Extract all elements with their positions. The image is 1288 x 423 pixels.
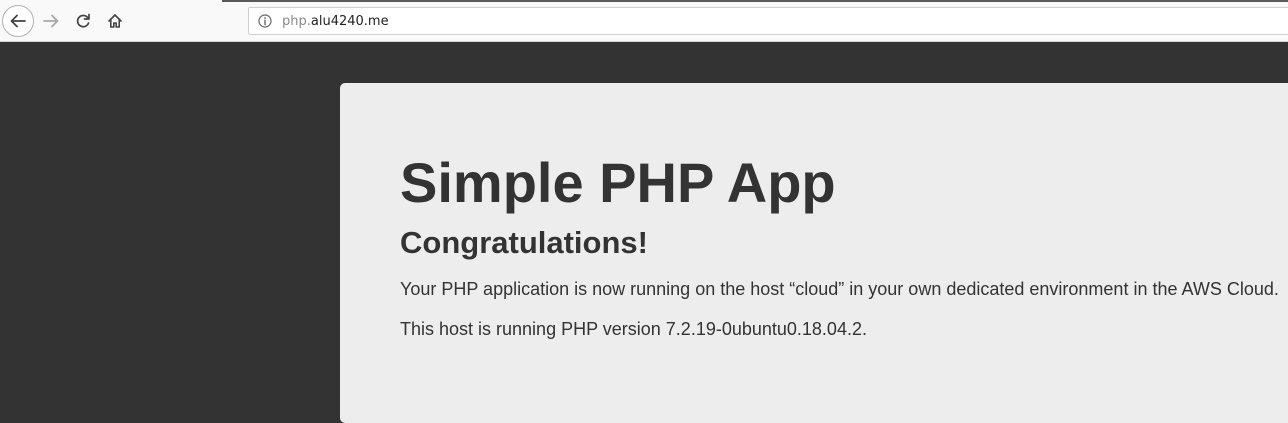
url-subdomain: php. [282,13,311,29]
url-text[interactable]: php.alu4240.me [282,14,389,29]
page-title: Simple PHP App [400,151,836,214]
home-icon [107,13,123,29]
status-message: Your PHP application is now running on t… [400,279,1279,299]
back-icon [9,12,27,30]
forward-button[interactable] [36,6,66,36]
url-domain: alu4240.me [310,13,389,29]
reload-icon [75,13,91,29]
back-button[interactable] [2,5,34,37]
home-button[interactable] [100,6,130,36]
address-bar[interactable]: php.alu4240.me [248,7,1288,35]
tab-strip-edge [222,0,1288,2]
page-subtitle: Congratulations! [400,225,648,260]
browser-toolbar: php.alu4240.me [0,0,1288,42]
reload-button[interactable] [68,6,98,36]
forward-icon [42,12,60,30]
info-icon[interactable] [258,14,272,28]
php-version-text: This host is running PHP version 7.2.19-… [400,319,867,339]
